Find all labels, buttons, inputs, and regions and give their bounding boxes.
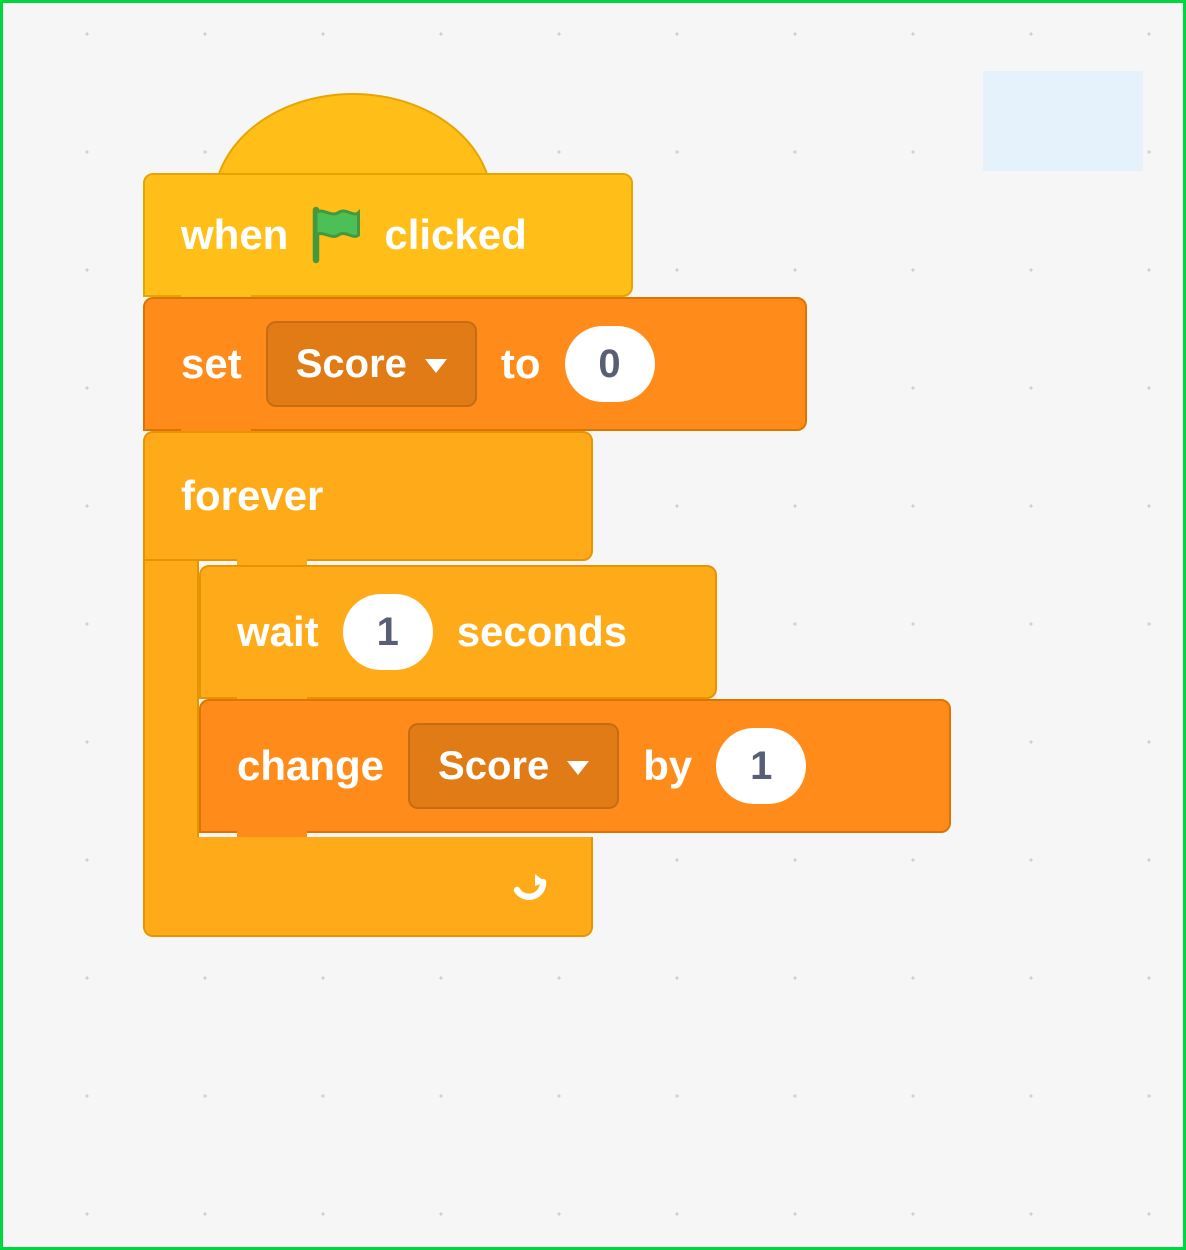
- wait-block[interactable]: wait 1 seconds: [199, 565, 717, 699]
- forever-inner-slot[interactable]: wait 1 seconds change Score: [199, 561, 951, 837]
- hat-text-after: clicked: [384, 211, 526, 259]
- variable-dropdown-label: Score: [296, 342, 407, 387]
- hat-body: when clicked: [143, 173, 633, 297]
- to-label: to: [501, 340, 541, 388]
- forever-block[interactable]: forever wait 1 seconds: [143, 431, 951, 937]
- set-label: set: [181, 340, 242, 388]
- forever-label: forever: [181, 472, 323, 520]
- seconds-label: seconds: [457, 608, 627, 656]
- value-input-text: 1: [750, 744, 772, 789]
- value-input[interactable]: 1: [716, 728, 806, 804]
- chevron-down-icon: [567, 761, 589, 775]
- set-variable-block[interactable]: set Score to 0: [143, 297, 807, 431]
- seconds-input[interactable]: 1: [343, 594, 433, 670]
- forever-body: wait 1 seconds change Score: [143, 561, 951, 837]
- loop-arrow-icon: [507, 862, 555, 910]
- forever-arm: [143, 561, 199, 837]
- editor-frame: when clicked set Score to: [0, 0, 1186, 1250]
- green-flag-icon: [306, 205, 366, 265]
- by-label: by: [643, 742, 692, 790]
- when-green-flag-clicked-block[interactable]: when clicked: [143, 93, 951, 297]
- value-input-text: 0: [598, 342, 620, 387]
- variable-dropdown[interactable]: Score: [266, 321, 477, 407]
- selection-highlight: [983, 71, 1143, 171]
- variable-dropdown[interactable]: Score: [408, 723, 619, 809]
- value-input[interactable]: 0: [565, 326, 655, 402]
- change-label: change: [237, 742, 384, 790]
- change-variable-block[interactable]: change Score by 1: [199, 699, 951, 833]
- wait-label: wait: [237, 608, 319, 656]
- variable-dropdown-label: Score: [438, 744, 549, 789]
- forever-bottom: [143, 837, 593, 937]
- script-stack[interactable]: when clicked set Score to: [143, 93, 951, 937]
- scripts-canvas[interactable]: when clicked set Score to: [3, 3, 1183, 1247]
- hat-text-before: when: [181, 211, 288, 259]
- forever-top: forever: [143, 431, 593, 561]
- seconds-input-text: 1: [377, 610, 399, 655]
- chevron-down-icon: [425, 359, 447, 373]
